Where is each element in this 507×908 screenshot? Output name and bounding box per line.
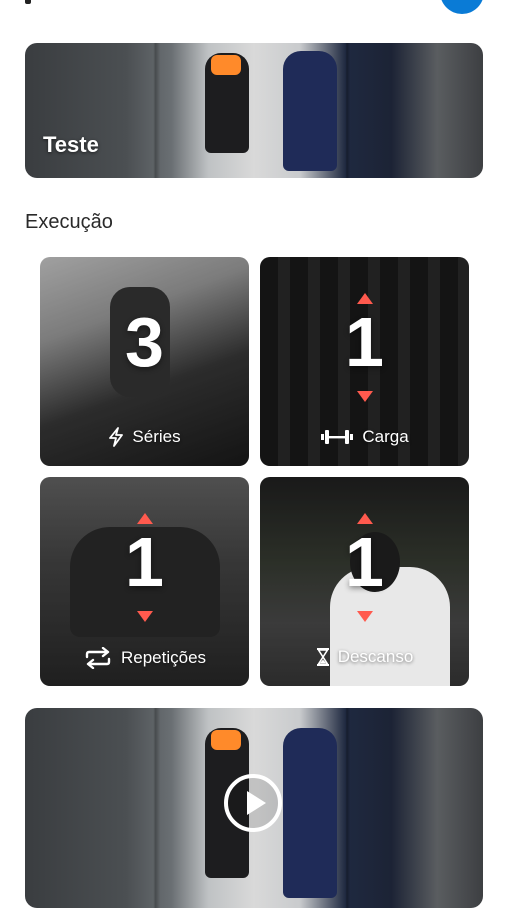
dumbbell-icon — [321, 430, 354, 444]
trainer-image — [283, 51, 337, 171]
rest-label: Descanso — [337, 647, 414, 666]
rest-decrease-arrow-icon[interactable] — [356, 611, 373, 622]
rest-value: 1 — [345, 523, 384, 601]
load-card[interactable]: 1 Carga — [260, 257, 469, 466]
avatar[interactable] — [440, 0, 484, 14]
play-button[interactable] — [224, 774, 282, 832]
section-title: Execução — [25, 211, 113, 233]
athlete-image — [205, 53, 249, 153]
rest-label-row: Descanso — [260, 647, 469, 667]
exercise-title: Teste — [43, 132, 99, 157]
back-icon[interactable] — [25, 0, 31, 4]
exercise-video[interactable] — [25, 708, 483, 908]
load-value: 1 — [345, 303, 384, 381]
load-decrease-arrow-icon[interactable] — [356, 391, 373, 402]
play-icon — [247, 791, 266, 815]
series-label: Séries — [132, 427, 181, 446]
reps-decrease-arrow-icon[interactable] — [136, 611, 153, 622]
series-card[interactable]: 3 Séries — [40, 257, 249, 466]
series-label-row: Séries — [40, 427, 249, 447]
load-label: Carga — [362, 427, 409, 446]
reps-value: 1 — [125, 523, 164, 601]
hourglass-icon — [316, 648, 329, 666]
repeat-icon — [85, 647, 111, 669]
series-value: 3 — [125, 303, 164, 381]
reps-label-row: Repetições — [40, 647, 249, 669]
lightning-icon — [109, 427, 124, 447]
load-label-row: Carga — [260, 427, 469, 447]
exercise-banner[interactable]: Teste — [25, 43, 483, 178]
rest-card[interactable]: 1 Descanso — [260, 477, 469, 686]
reps-label: Repetições — [120, 648, 207, 667]
reps-card[interactable]: 1 Repetições — [40, 477, 249, 686]
trainer-image — [283, 728, 337, 898]
